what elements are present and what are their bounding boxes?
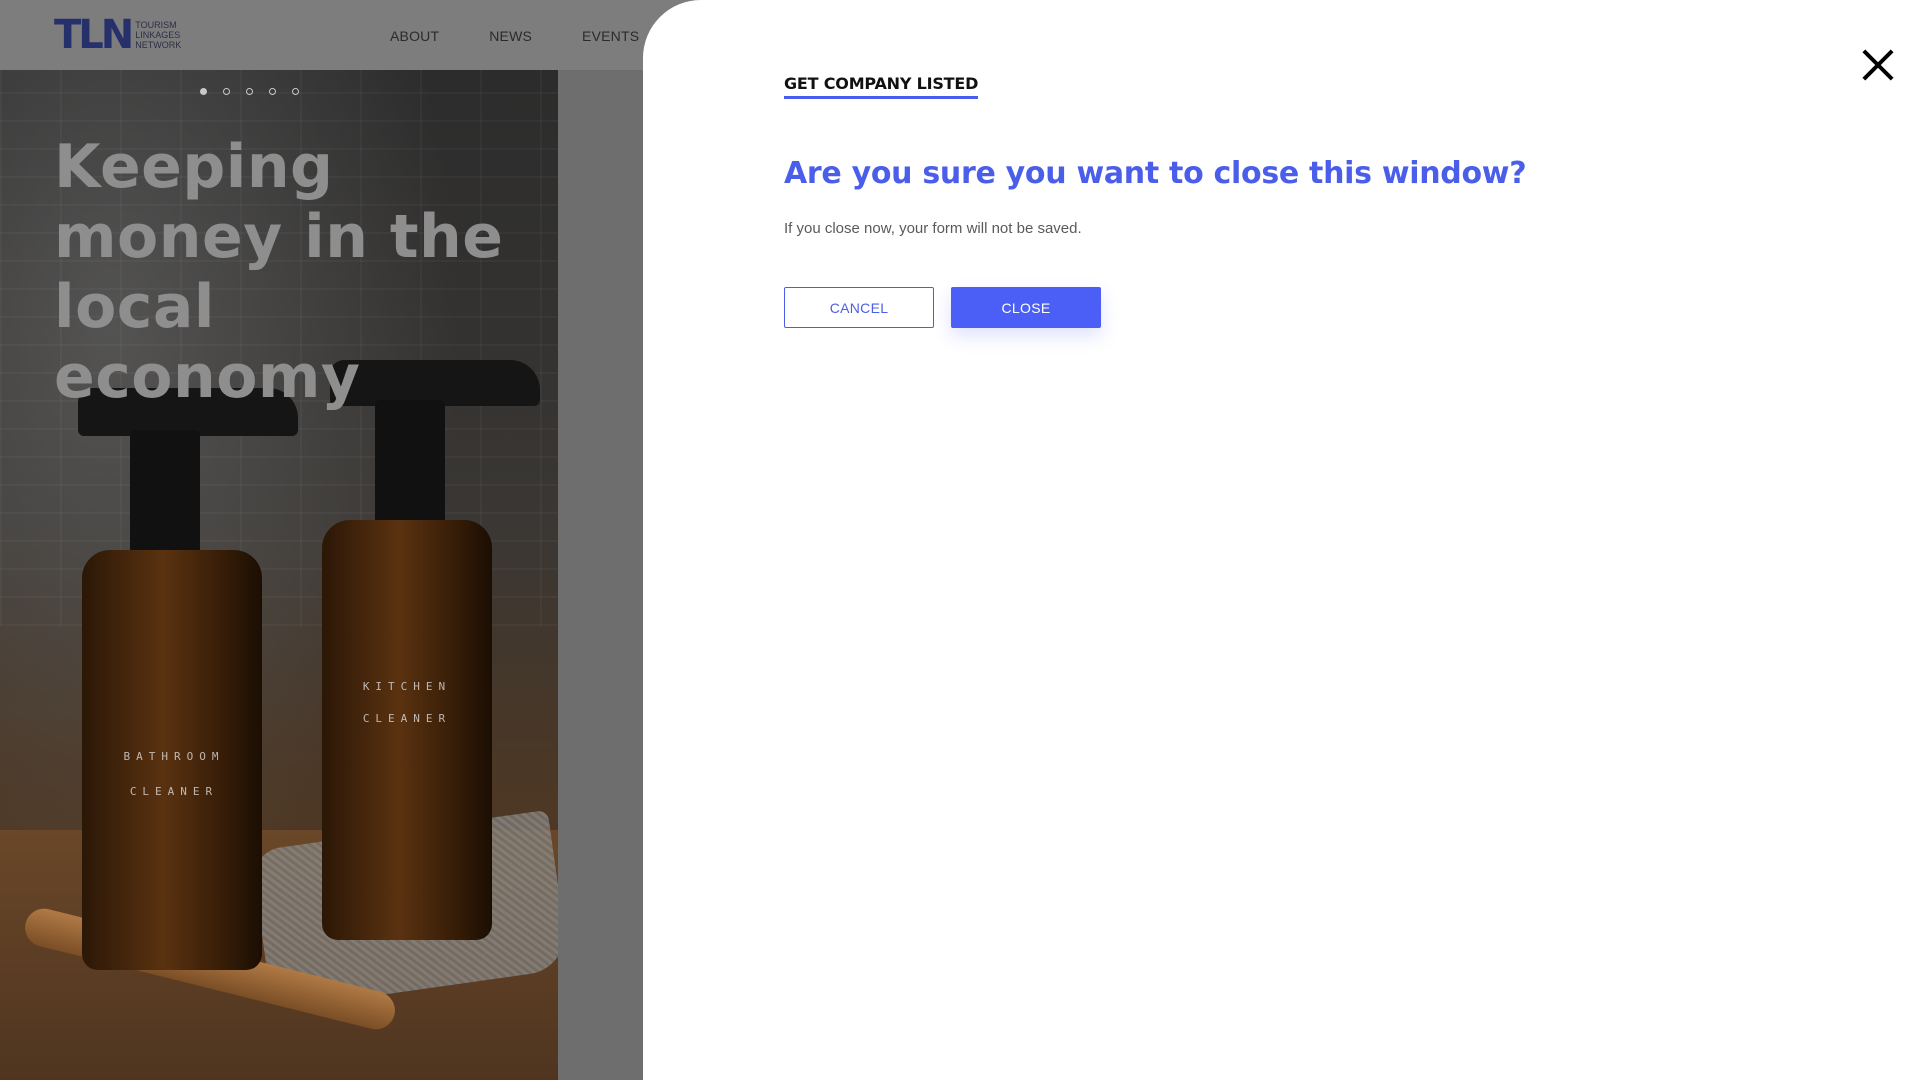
site-logo[interactable]: TLN TOURISM LINKAGES NETWORK <box>54 15 181 55</box>
nav-item-news[interactable]: NEWS <box>489 28 532 44</box>
modal-panel: GET COMPANY LISTED Are you sure you want… <box>643 0 1920 1080</box>
hero-title: Keeping money in the local economy <box>54 132 504 412</box>
close-icon[interactable] <box>1861 48 1895 82</box>
close-button[interactable]: CLOSE <box>951 287 1101 328</box>
logo-line: NETWORK <box>135 40 182 50</box>
cancel-button[interactable]: CANCEL <box>784 287 934 328</box>
confirm-title: Are you sure you want to close this wind… <box>784 156 1527 191</box>
slide-dot[interactable] <box>200 88 207 95</box>
nav-item-about[interactable]: ABOUT <box>390 28 439 44</box>
page-backdrop <box>558 70 648 1080</box>
confirm-message: If you close now, your form will not be … <box>784 220 1082 237</box>
bottle-neck-left <box>130 430 200 570</box>
logo-text: TOURISM LINKAGES NETWORK <box>135 20 181 50</box>
bottle-right: KITCHEN CLEANER <box>322 520 492 940</box>
logo-line: TOURISM <box>135 20 177 30</box>
slide-dot[interactable] <box>292 88 299 95</box>
bottle-label-left-1: BATHROOM <box>123 750 225 763</box>
bottle-label-right-2: CLEANER <box>362 712 452 725</box>
logo-line: LINKAGES <box>135 30 181 40</box>
bottle-label-left-2: CLEANER <box>129 785 219 798</box>
panel-heading: GET COMPANY LISTED <box>784 74 978 99</box>
nav-item-events[interactable]: EVENTS <box>582 28 639 44</box>
slide-dot[interactable] <box>246 88 253 95</box>
bottle-label-right-1: KITCHEN <box>362 680 452 693</box>
slide-dot[interactable] <box>269 88 276 95</box>
main-nav: ABOUT NEWS EVENTS <box>390 28 639 44</box>
slide-dot[interactable] <box>223 88 230 95</box>
logo-mark: TLN <box>54 12 134 58</box>
bottle-neck-right <box>375 400 445 530</box>
bottle-left: BATHROOM CLEANER <box>82 550 262 970</box>
slide-indicators <box>200 88 299 95</box>
